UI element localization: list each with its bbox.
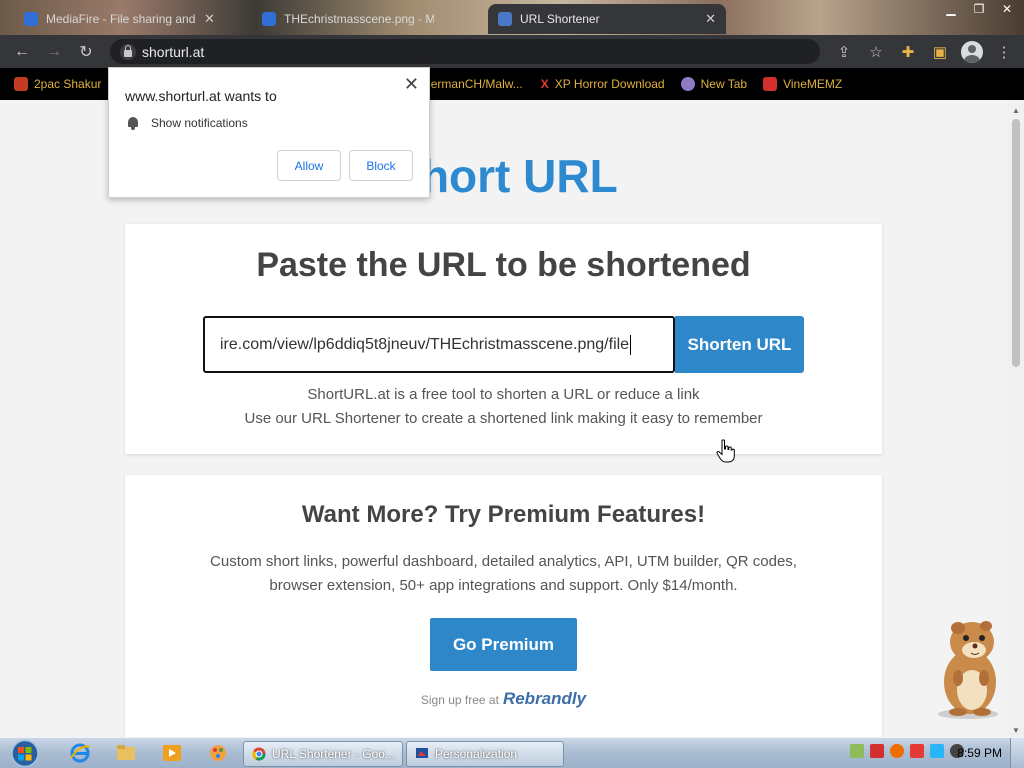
tab-title: THEchristmasscene.png - Media bbox=[284, 12, 434, 26]
paint-icon[interactable] bbox=[206, 742, 230, 764]
permission-label: Show notifications bbox=[151, 116, 248, 130]
scroll-up-icon[interactable]: ▲ bbox=[1012, 106, 1020, 115]
share-icon[interactable]: ⇪ bbox=[830, 38, 858, 66]
signup-text: Sign up free at bbox=[420, 693, 499, 707]
taskbar-clock[interactable]: 8:59 PM bbox=[957, 746, 1002, 760]
profile-avatar[interactable] bbox=[958, 38, 986, 66]
file-explorer-icon[interactable] bbox=[114, 742, 138, 764]
personalization-icon bbox=[416, 748, 428, 758]
mediafire-icon bbox=[24, 12, 38, 26]
rebrandly-link[interactable]: Rebrandly bbox=[503, 689, 586, 708]
page-content: Short URL Paste the URL to be shortened … bbox=[0, 103, 1008, 737]
internet-explorer-icon[interactable] bbox=[68, 742, 92, 764]
tray-app-icon[interactable] bbox=[850, 744, 864, 758]
tab-mediafire[interactable]: MediaFire - File sharing and sto ✕ bbox=[14, 4, 225, 34]
reload-icon[interactable]: ↻ bbox=[70, 36, 102, 68]
close-icon[interactable]: ✕ bbox=[404, 74, 419, 95]
scroll-down-icon[interactable]: ▼ bbox=[1012, 726, 1020, 735]
scrollbar-thumb[interactable] bbox=[1012, 119, 1020, 367]
start-button[interactable] bbox=[6, 738, 44, 768]
media-player-icon[interactable] bbox=[160, 742, 184, 764]
restore-icon[interactable]: ❐ bbox=[968, 2, 990, 16]
bookmark-label: 2pac Shakur bbox=[34, 77, 102, 91]
tab-url-shortener[interactable]: URL Shortener ✕ bbox=[488, 4, 726, 34]
bookmark-vinememz[interactable]: VineMEMZ bbox=[763, 77, 842, 91]
tab-christmasscene[interactable]: THEchristmasscene.png - Media bbox=[252, 4, 444, 34]
allow-button[interactable]: Allow bbox=[277, 150, 341, 181]
system-tray bbox=[850, 744, 964, 758]
close-window-icon[interactable]: ✕ bbox=[996, 2, 1018, 16]
bookmark-xp-horror[interactable]: X XP Horror Download bbox=[541, 77, 665, 91]
go-premium-button[interactable]: Go Premium bbox=[430, 618, 577, 671]
page-scrollbar[interactable]: ▲ ▼ bbox=[1008, 103, 1024, 737]
bookmark-2pac[interactable]: 2pac Shakur bbox=[14, 77, 101, 91]
mediafire-icon bbox=[262, 12, 276, 26]
bookmark-star-icon[interactable]: ☆ bbox=[862, 38, 890, 66]
block-button[interactable]: Block bbox=[349, 150, 413, 181]
forward-icon[interactable]: → bbox=[38, 36, 70, 68]
tray-search-icon[interactable] bbox=[890, 744, 904, 758]
lock-icon[interactable] bbox=[120, 43, 136, 60]
description-line: Use our URL Shortener to create a shorte… bbox=[244, 410, 763, 427]
url-input[interactable]: ire.com/view/lp6ddiq5t8jneuv/THEchristma… bbox=[203, 316, 675, 373]
back-icon[interactable]: ← bbox=[6, 36, 38, 68]
shorten-card: Paste the URL to be shortened ire.com/vi… bbox=[125, 224, 882, 454]
task-label: URL Shortener - Goo... bbox=[272, 747, 395, 761]
tab-strip: MediaFire - File sharing and sto ✕ THEch… bbox=[0, 0, 1024, 35]
url-input-value: ire.com/view/lp6ddiq5t8jneuv/THEchristma… bbox=[220, 335, 630, 353]
chrome-icon bbox=[252, 747, 266, 761]
bookmark-label: XP Horror Download bbox=[554, 77, 665, 91]
hand-cursor-icon bbox=[716, 439, 735, 463]
newtab-icon bbox=[680, 77, 695, 91]
bookmark-label: New Tab bbox=[700, 77, 748, 91]
signup-line: Sign up free at Rebrandly bbox=[125, 689, 882, 709]
shorturl-icon bbox=[498, 12, 512, 26]
dialog-title: www.shorturl.at wants to bbox=[125, 88, 277, 104]
taskbar: URL Shortener - Goo... Personalization 8… bbox=[0, 737, 1024, 768]
card-heading: Want More? Try Premium Features! bbox=[301, 501, 706, 528]
x-icon: X bbox=[540, 77, 549, 91]
browser-toolbar: ← → ↻ shorturl.at ⇪ ☆ ✚ ▣ ⋮ bbox=[0, 35, 1024, 68]
tab-title: MediaFire - File sharing and sto bbox=[46, 12, 196, 26]
task-label: Personalization bbox=[435, 747, 518, 761]
premium-description: Custom short links, powerful dashboard, … bbox=[210, 553, 797, 570]
toolbar-actions: ⇪ ☆ ✚ ▣ ⋮ bbox=[830, 35, 1024, 68]
description-line: ShortURL.at is a free tool to shorten a … bbox=[307, 386, 700, 403]
minimize-icon[interactable]: ▁ bbox=[940, 2, 962, 16]
taskbar-chrome-url-shortener[interactable]: URL Shortener - Goo... bbox=[243, 741, 403, 767]
card-heading: Paste the URL to be shortened bbox=[256, 246, 751, 284]
tray-v-icon[interactable] bbox=[870, 744, 884, 758]
premium-description: browser extension, 50+ app integrations … bbox=[269, 577, 738, 594]
bell-icon bbox=[127, 116, 139, 130]
close-icon[interactable]: ✕ bbox=[204, 11, 215, 27]
tab-title: URL Shortener bbox=[520, 12, 600, 26]
sidepanel-icon[interactable]: ▣ bbox=[926, 38, 954, 66]
tray-network-icon[interactable] bbox=[930, 744, 944, 758]
avatar bbox=[961, 40, 983, 63]
shorten-url-button[interactable]: Shorten URL bbox=[675, 316, 804, 373]
notification-permission-dialog: www.shorturl.at wants to ✕ Show notifica… bbox=[108, 67, 430, 198]
menu-icon[interactable]: ⋮ bbox=[990, 38, 1018, 66]
close-icon[interactable]: ✕ bbox=[705, 11, 716, 27]
window-controls: ▁ ❐ ✕ bbox=[940, 0, 1018, 18]
bookmark-label: VineMEMZ bbox=[783, 77, 843, 91]
bookmark-new-tab[interactable]: New Tab bbox=[680, 77, 748, 91]
taskbar-personalization[interactable]: Personalization bbox=[406, 741, 564, 767]
permission-row: Show notifications bbox=[127, 116, 248, 130]
vinememz-icon bbox=[763, 77, 778, 91]
address-text: shorturl.at bbox=[142, 43, 205, 60]
bookmark-icon bbox=[14, 77, 28, 91]
hamster-icon[interactable] bbox=[928, 610, 1008, 720]
tray-flag-icon[interactable] bbox=[910, 744, 924, 758]
premium-card: Want More? Try Premium Features! Custom … bbox=[125, 475, 882, 737]
show-desktop-button[interactable] bbox=[1010, 738, 1024, 768]
extensions-icon[interactable]: ✚ bbox=[894, 38, 922, 66]
address-bar[interactable]: shorturl.at bbox=[110, 39, 820, 64]
